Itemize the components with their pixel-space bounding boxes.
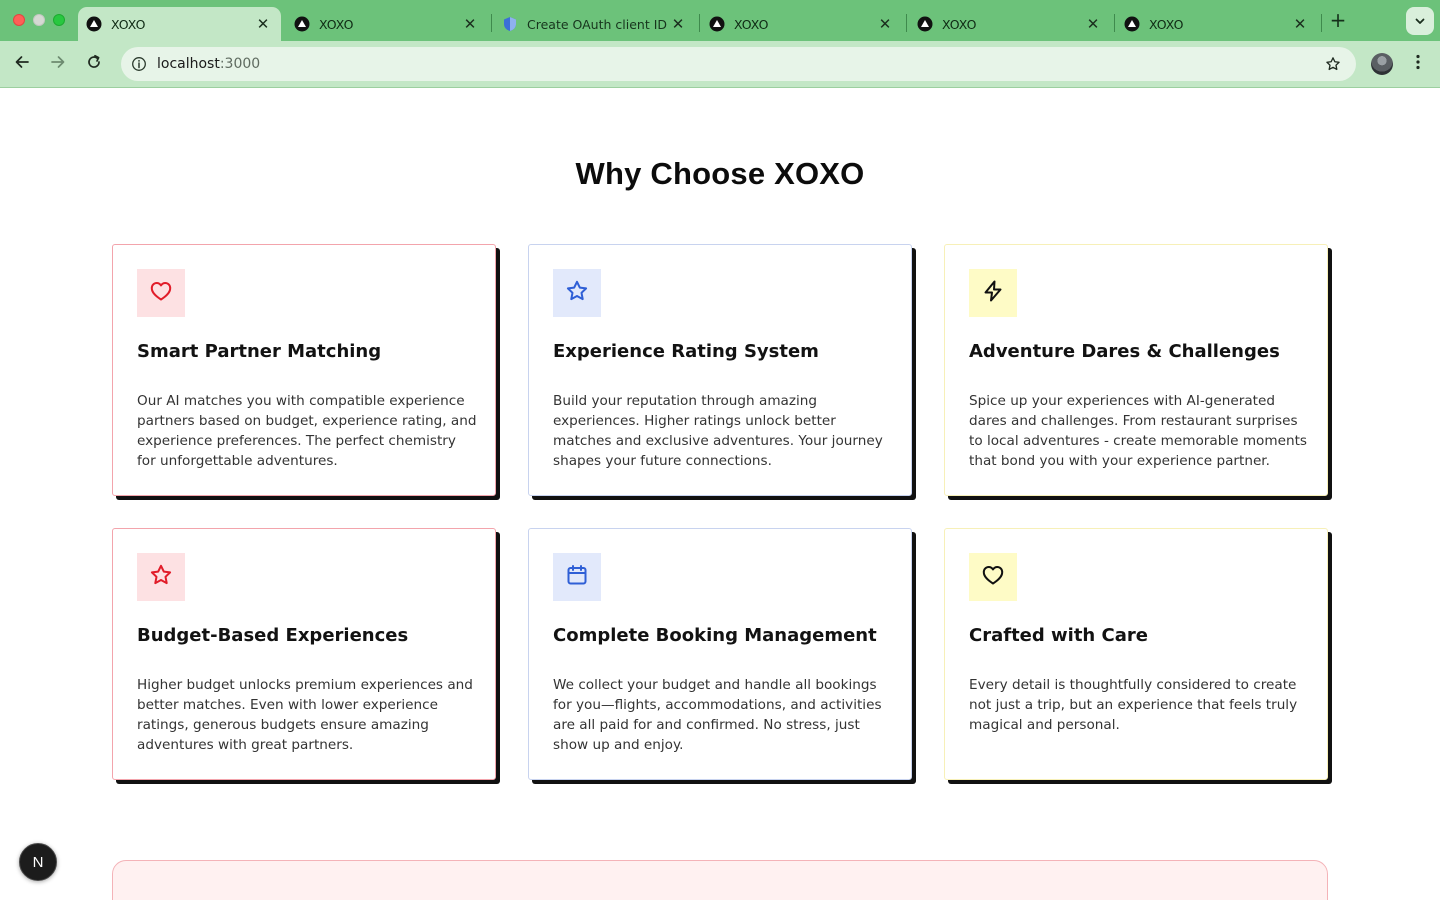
feature-card: Adventure Dares & Challenges Spice up yo… [944,244,1328,496]
tab-separator [1114,14,1115,32]
address-bar[interactable]: localhost:3000 [121,47,1356,81]
feature-description: Every detail is thoughtfully considered … [969,677,1298,733]
url-port: :3000 [219,56,261,72]
more-vertical-icon [1416,54,1420,74]
tab-separator [906,14,907,32]
tab-title: XOXO [942,16,977,32]
tab-title: XOXO [1149,16,1184,32]
browser-tab[interactable]: XOXO ✕ [1116,7,1318,41]
url-host: localhost [157,56,220,72]
back-button[interactable] [8,50,36,78]
next-section-panel [112,860,1328,900]
feature-title: Smart Partner Matching [137,341,382,362]
feature-card: Smart Partner Matching Our AI matches yo… [112,244,496,496]
window-close-button[interactable] [13,14,25,26]
chevron-down-icon [1414,12,1426,31]
new-tab-button[interactable]: + [1327,8,1349,32]
feature-title: Crafted with Care [969,625,1148,646]
browser-tab[interactable]: XOXO ✕ [286,7,488,41]
feature-title: Experience Rating System [553,341,819,362]
browser-tab[interactable]: XOXO ✕ [909,7,1111,41]
bookmark-star-icon[interactable] [1324,55,1342,73]
browser-tab[interactable]: XOXO ✕ [701,7,903,41]
tab-separator [1321,14,1322,32]
feature-icon-box [553,269,601,317]
feature-card: Experience Rating System Build your repu… [528,244,912,496]
feature-card: Complete Booking Management We collect y… [528,528,912,780]
feature-title: Adventure Dares & Challenges [969,341,1280,362]
triangle-logo-icon [294,16,310,32]
tab-close-icon[interactable]: ✕ [1085,16,1101,32]
arrow-right-icon [50,54,66,74]
url-text: localhost:3000 [157,47,260,81]
browser-tab[interactable]: Create OAuth client ID – ✕ [494,7,696,41]
tab-title: XOXO [734,16,769,32]
feature-description: Higher budget unlocks premium experience… [137,677,473,753]
tab-separator [491,14,492,32]
tab-close-icon[interactable]: ✕ [1292,16,1308,32]
feature-description: Our AI matches you with compatible exper… [137,393,477,469]
heart-icon [981,563,1005,591]
feature-icon-box [137,553,185,601]
feature-card: Budget-Based Experiences Higher budget u… [112,528,496,780]
feature-icon-box [553,553,601,601]
browser-menu-button[interactable] [1406,50,1430,78]
tab-title: Create OAuth client ID – [527,16,670,32]
section-title: Why Choose XOXO [575,156,865,191]
lightning-icon [981,279,1005,307]
triangle-logo-icon [917,16,933,32]
profile-avatar[interactable] [1371,53,1393,75]
tab-close-icon[interactable]: ✕ [255,16,271,32]
window-maximize-button[interactable] [53,14,65,26]
forward-button[interactable] [44,50,72,78]
tab-close-icon[interactable]: ✕ [670,16,686,32]
star-icon [565,279,589,307]
feature-icon-box [969,553,1017,601]
tab-close-icon[interactable]: ✕ [462,16,478,32]
site-info-icon[interactable] [130,55,148,73]
triangle-logo-icon [709,16,725,32]
feature-title: Complete Booking Management [553,625,877,646]
feature-description: We collect your budget and handle all bo… [553,677,882,753]
tab-separator [699,14,700,32]
browser-toolbar: localhost:3000 [0,41,1440,88]
feature-icon-box [969,269,1017,317]
reload-icon [86,54,102,74]
tab-title: XOXO [319,16,354,32]
shield-icon [502,16,518,32]
triangle-logo-icon [86,16,102,32]
heart-icon [149,279,173,307]
window-minimize-button[interactable] [33,14,45,26]
calendar-icon [565,563,589,591]
tab-title: XOXO [111,16,146,32]
feature-title: Budget-Based Experiences [137,625,409,646]
feature-icon-box [137,269,185,317]
browser-tab-bar: XOXO ✕ XOXO ✕ Create OAuth client ID – ✕… [0,0,1440,41]
browser-tab[interactable]: XOXO ✕ [78,7,281,41]
tab-search-button[interactable] [1406,7,1434,35]
triangle-logo-icon [1124,16,1140,32]
feature-card: Crafted with Care Every detail is though… [944,528,1328,780]
reload-button[interactable] [80,50,108,78]
tab-close-icon[interactable]: ✕ [877,16,893,32]
arrow-left-icon [14,54,30,74]
star-icon [149,563,173,591]
feature-description: Build your reputation through amazing ex… [553,393,883,469]
nextjs-dev-tools-button[interactable]: N [19,843,57,881]
feature-description: Spice up your experiences with AI-genera… [969,393,1308,469]
